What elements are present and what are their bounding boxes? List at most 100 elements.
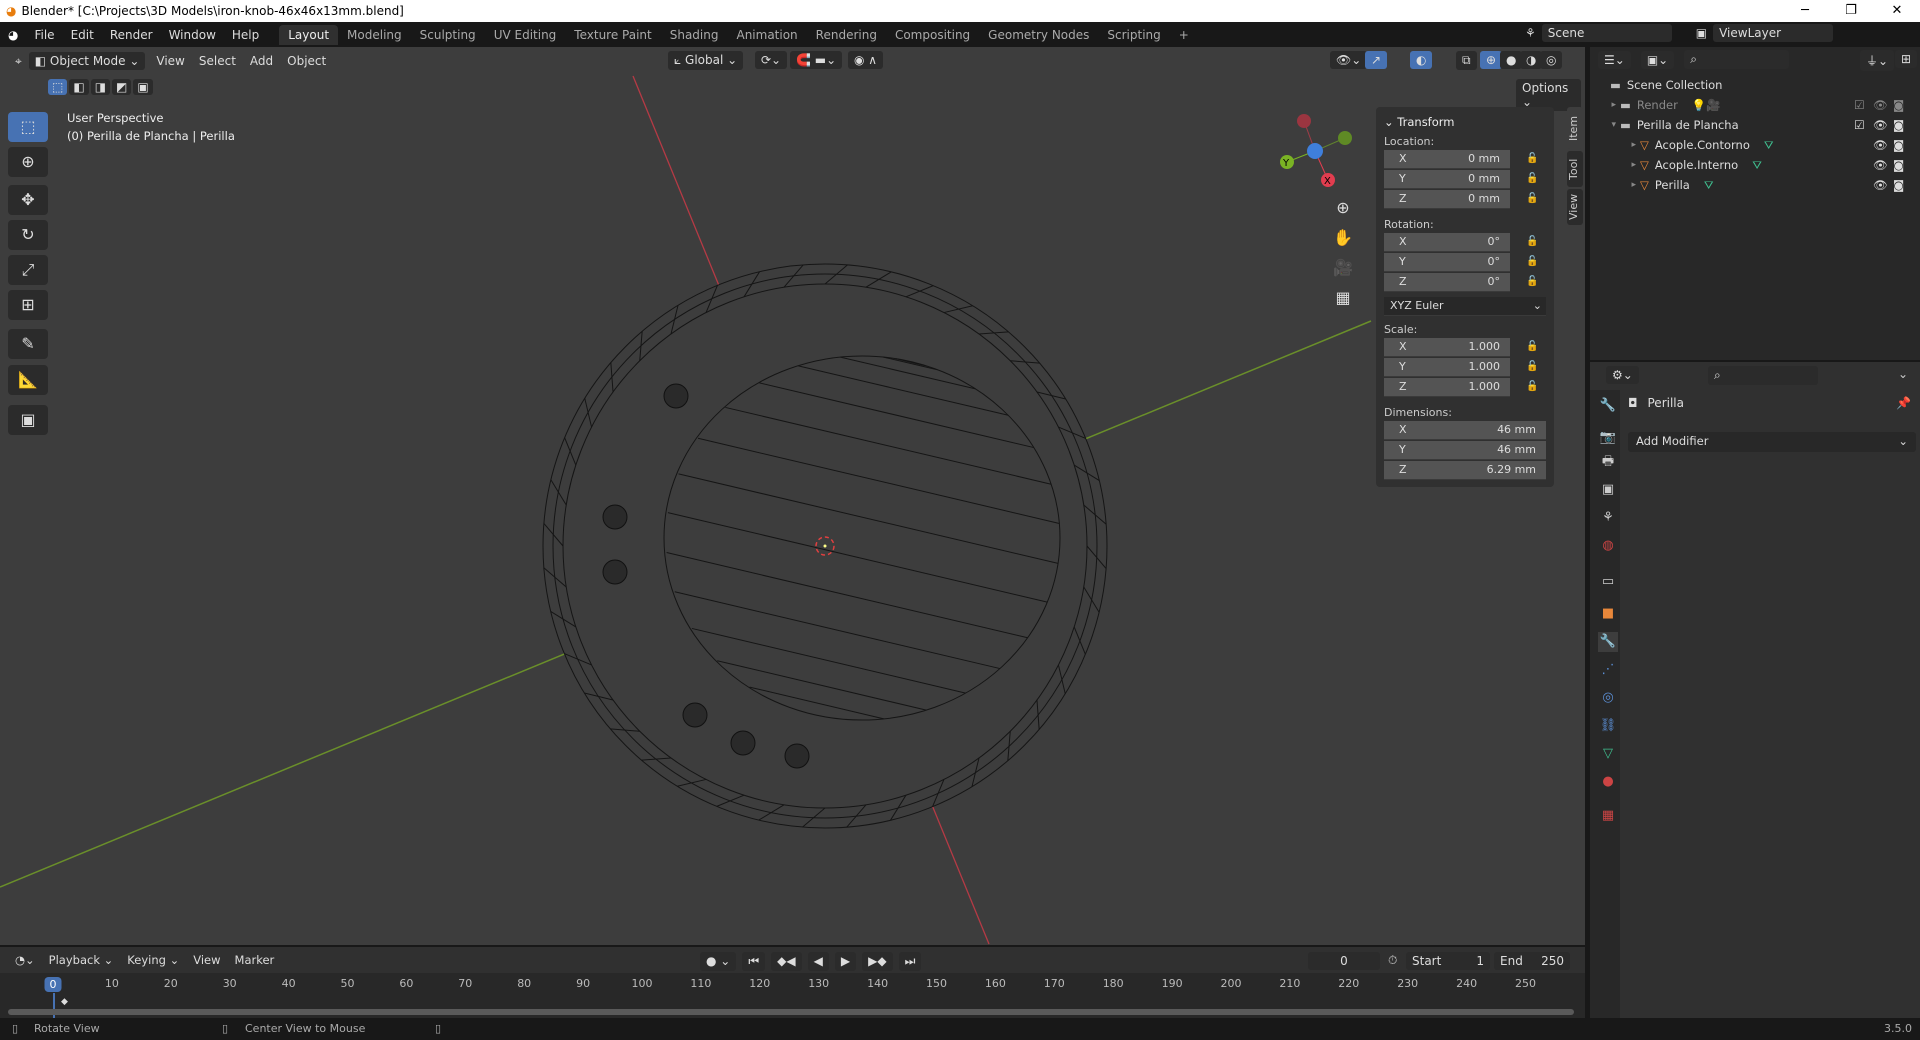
unlock-icon[interactable]: 🔓 bbox=[1526, 236, 1538, 247]
overlay-toggle-icon[interactable]: ◐ bbox=[1410, 51, 1433, 69]
object-icon[interactable]: ■ bbox=[1598, 604, 1618, 624]
prev-keyframe-icon[interactable]: ◆◀ bbox=[771, 952, 802, 971]
collection-icon[interactable]: ▭ bbox=[1598, 572, 1618, 592]
exclude-checkbox[interactable]: ☑ bbox=[1854, 98, 1865, 112]
wireframe-shading-icon[interactable]: ⊕ bbox=[1480, 51, 1503, 69]
camera-render-icon[interactable]: ◙ bbox=[1893, 178, 1904, 192]
select-extend-icon[interactable]: ◧ bbox=[69, 79, 89, 95]
physics-icon[interactable]: ◎ bbox=[1598, 688, 1618, 708]
camera-render-icon[interactable]: ◙ bbox=[1893, 118, 1904, 132]
select-box-tool-icon[interactable]: ⬚ bbox=[8, 112, 48, 142]
timeline-scrollbar[interactable] bbox=[8, 1009, 1574, 1015]
rotate-tool-icon[interactable]: ↻ bbox=[8, 220, 48, 250]
select-new-icon[interactable]: ⬚ bbox=[48, 79, 68, 95]
annotate-tool-icon[interactable]: ✎ bbox=[8, 329, 48, 359]
next-keyframe-icon[interactable]: ▶◆ bbox=[862, 952, 893, 971]
outliner-item-render[interactable]: ▸ ▬ Render 💡🎥 ☑ 👁 ◙ bbox=[1590, 95, 1920, 115]
minimize-button[interactable]: ─ bbox=[1782, 0, 1828, 22]
restore-button[interactable]: ❐ bbox=[1828, 0, 1874, 22]
move-tool-icon[interactable]: ✥ bbox=[8, 185, 48, 215]
location-x-field[interactable]: X 0 mm bbox=[1384, 150, 1510, 169]
playhead[interactable]: 0 bbox=[44, 977, 62, 992]
rotation-y-field[interactable]: Y 0° bbox=[1384, 253, 1510, 272]
scale-x-field[interactable]: X 1.000 bbox=[1384, 338, 1510, 357]
constraints-icon[interactable]: ⛓ bbox=[1598, 716, 1618, 736]
unlock-icon[interactable]: 🔓 bbox=[1526, 341, 1538, 352]
eye-icon[interactable]: 👁 bbox=[1873, 138, 1888, 152]
tab-tool[interactable]: Tool bbox=[1567, 151, 1583, 187]
zoom-icon[interactable]: ⊕ bbox=[1330, 193, 1356, 223]
output-icon[interactable]: 🖶 bbox=[1598, 452, 1618, 472]
tab-rendering[interactable]: Rendering bbox=[807, 25, 886, 45]
render-icon[interactable]: 📷 bbox=[1598, 428, 1618, 448]
camera-view-icon[interactable]: 🎥 bbox=[1330, 253, 1356, 283]
unlock-icon[interactable]: 🔓 bbox=[1526, 381, 1538, 392]
xray-toggle-icon[interactable]: ⧉ bbox=[1456, 51, 1477, 70]
stopwatch-icon[interactable]: ⏱ bbox=[1388, 953, 1397, 968]
navigation-gizmo[interactable]: Y X bbox=[1280, 114, 1352, 187]
mode-selector[interactable]: ◧ Object Mode ⌄ bbox=[28, 52, 146, 70]
record-icon[interactable]: ● ⌄ bbox=[700, 952, 737, 971]
menu-select[interactable]: Select bbox=[192, 52, 243, 70]
outliner-item-perilla[interactable]: ▸ ▽ Perilla ⛛ 👁 ◙ bbox=[1590, 175, 1920, 195]
play-reverse-icon[interactable]: ◀ bbox=[807, 952, 829, 971]
add-cube-tool-icon[interactable]: ▣ bbox=[8, 405, 48, 435]
jump-end-icon[interactable]: ⏭ bbox=[898, 952, 922, 971]
menu-help[interactable]: Help bbox=[224, 28, 267, 42]
snap-icon[interactable]: 🧲 ▬⌄ bbox=[790, 51, 843, 69]
tab-animation[interactable]: Animation bbox=[727, 25, 806, 45]
expand-arrow-icon[interactable]: ▸ bbox=[1590, 180, 1640, 190]
proportional-editing-icon[interactable]: ◉ ∧ bbox=[848, 51, 884, 69]
start-frame-field[interactable]: Start 1 bbox=[1406, 952, 1490, 970]
data-icon[interactable]: ▽ bbox=[1598, 744, 1618, 764]
menu-file[interactable]: File bbox=[26, 28, 62, 42]
scale-y-field[interactable]: Y 1.000 bbox=[1384, 358, 1510, 377]
editor-type-icon[interactable]: ⌖ bbox=[8, 52, 29, 71]
menu-playback[interactable]: Playback ⌄ bbox=[42, 951, 121, 969]
current-frame-field[interactable]: 0 bbox=[1308, 952, 1380, 970]
mesh-data-icon[interactable]: ⛛ bbox=[1704, 178, 1714, 193]
outliner-item-acople-interno[interactable]: ▸ ▽ Acople.Interno ⛛ 👁 ◙ bbox=[1590, 155, 1920, 175]
view-layer-icon[interactable]: ▣ bbox=[1696, 26, 1707, 40]
modifier-icon[interactable]: 🔧 bbox=[1598, 632, 1618, 652]
expand-arrow-icon[interactable]: ▸ bbox=[1590, 140, 1640, 150]
outliner-item-perilla-de-plancha[interactable]: ▾ ▬ Perilla de Plancha ☑ 👁 ◙ bbox=[1590, 115, 1920, 135]
new-collection-icon[interactable]: ⊞ bbox=[1895, 50, 1918, 68]
select-intersect-icon[interactable]: ▣ bbox=[133, 79, 153, 95]
select-invert-icon[interactable]: ◩ bbox=[112, 79, 132, 95]
visibility-icon[interactable]: 👁⌄ bbox=[1330, 51, 1368, 69]
tab-texture-paint[interactable]: Texture Paint bbox=[565, 25, 660, 45]
gizmo-toggle-icon[interactable]: ↗ bbox=[1365, 51, 1388, 69]
jump-start-icon[interactable]: ⏮ bbox=[742, 952, 766, 971]
eye-icon[interactable]: 👁 bbox=[1873, 98, 1888, 112]
menu-window[interactable]: Window bbox=[161, 28, 224, 42]
pan-hand-icon[interactable]: ✋ bbox=[1330, 223, 1356, 253]
select-subtract-icon[interactable]: ◨ bbox=[90, 79, 111, 95]
properties-search-input[interactable]: ⌕ bbox=[1708, 366, 1818, 385]
scale-z-field[interactable]: Z 1.000 bbox=[1384, 378, 1510, 397]
transform-orientation-selector[interactable]: ⟀ Global ⌄ bbox=[668, 51, 744, 70]
blender-menu-icon[interactable]: ◕ bbox=[0, 28, 26, 42]
expand-arrow-icon[interactable]: ▾ bbox=[1590, 120, 1620, 130]
end-frame-field[interactable]: End 250 bbox=[1494, 952, 1570, 970]
tab-scripting[interactable]: Scripting bbox=[1098, 25, 1169, 45]
rotation-z-field[interactable]: Z 0° bbox=[1384, 273, 1510, 292]
properties-options-icon[interactable]: ⌄ bbox=[1898, 367, 1908, 381]
timeline-editor-type-icon[interactable]: ◔⌄ bbox=[8, 951, 42, 969]
outliner-item-acople-contorno[interactable]: ▸ ▽ Acople.Contorno ⛛ 👁 ◙ bbox=[1590, 135, 1920, 155]
3d-viewport[interactable]: Y X ⌖ ◧ Object Mode ⌄ View Select Add Ob… bbox=[0, 47, 1585, 945]
camera-render-icon[interactable]: ◙ bbox=[1893, 158, 1904, 172]
view-layer-icon[interactable]: ▣ bbox=[1598, 480, 1618, 500]
keyframe-icon[interactable]: ◆ bbox=[61, 997, 68, 1007]
outliner-search-input[interactable]: ⌕ bbox=[1684, 50, 1790, 69]
pin-icon[interactable]: 📌 bbox=[1896, 396, 1911, 410]
menu-edit[interactable]: Edit bbox=[63, 28, 102, 42]
scene-icon[interactable]: ⚘ bbox=[1525, 26, 1536, 40]
scene-collection[interactable]: ▬ Scene Collection bbox=[1590, 75, 1920, 95]
eye-icon[interactable]: 👁 bbox=[1873, 158, 1888, 172]
tab-compositing[interactable]: Compositing bbox=[886, 25, 979, 45]
scale-tool-icon[interactable]: ⤢ bbox=[8, 255, 48, 285]
add-modifier-dropdown[interactable]: Add Modifier ⌄ bbox=[1628, 432, 1916, 452]
expand-arrow-icon[interactable]: ▸ bbox=[1590, 160, 1640, 170]
tab-shading[interactable]: Shading bbox=[661, 25, 728, 45]
